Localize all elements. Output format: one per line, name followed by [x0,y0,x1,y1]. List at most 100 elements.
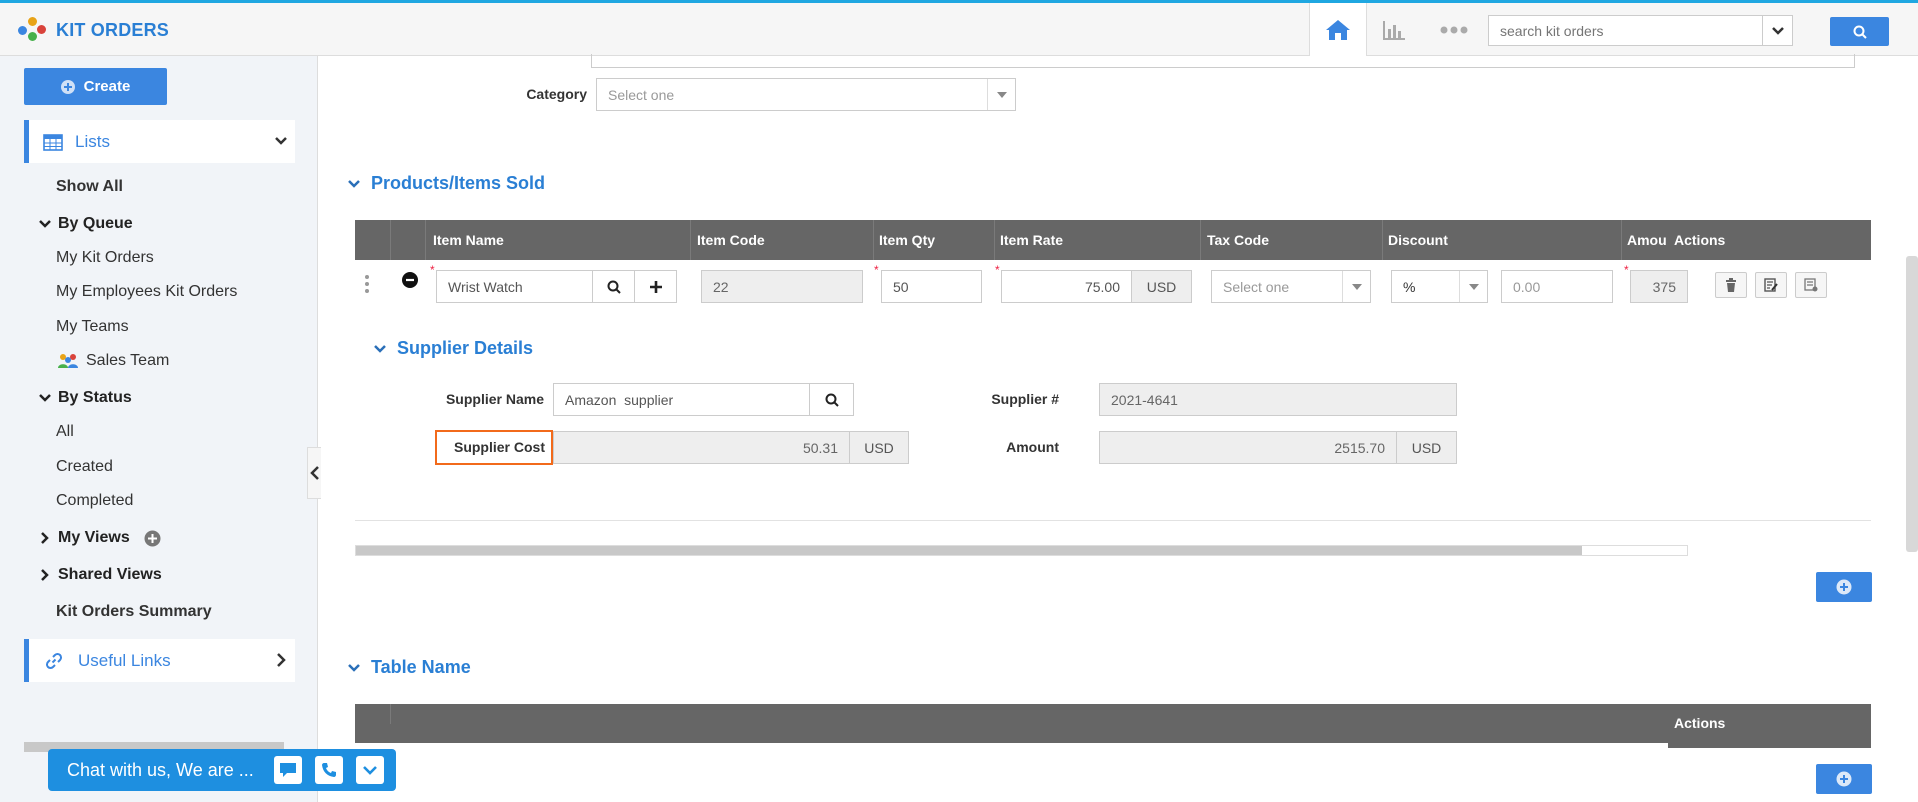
scroll-thumb[interactable] [356,546,1582,555]
tax-code-dropdown-arrow [1342,271,1370,302]
add-view-icon[interactable] [144,530,161,547]
supplier-number-input[interactable]: 2021-4641 [1099,383,1457,416]
nav-status-created[interactable]: Created [56,458,113,476]
remove-row-button[interactable] [402,272,418,292]
useful-links-panel-header[interactable]: Useful Links [24,639,295,682]
item-rate-value: 75.00 [1084,278,1120,295]
search-field [1488,15,1793,46]
search-scope-dropdown[interactable] [1762,16,1792,45]
search-input[interactable] [1489,16,1749,45]
nav-my-employees-kit-orders[interactable]: My Employees Kit Orders [56,283,237,301]
nav-group-my-views[interactable]: My Views [38,529,161,547]
products-section-header[interactable]: Products/Items Sold [347,173,545,194]
search-button[interactable] [1830,17,1889,46]
col-item-qty: Item Qty [879,232,936,248]
chat-widget[interactable]: Chat with us, We are ... [48,749,396,791]
supplier-amount-input[interactable]: 2515.70 [1099,431,1397,464]
plus-icon [649,280,662,293]
edit-note-icon [1764,278,1778,292]
caret-down-icon [1468,283,1479,290]
lists-panel-header[interactable]: Lists [24,120,295,163]
chevron-right-icon [41,569,49,581]
nav-show-all[interactable]: Show All [56,178,123,196]
tax-code-value: Select one [1223,278,1290,295]
chevron-down-icon [39,220,51,228]
nav-status-all[interactable]: All [56,423,74,441]
nav-my-teams[interactable]: My Teams [56,318,129,336]
item-search-button[interactable] [592,270,635,303]
phone-icon [322,763,336,777]
item-rate-input[interactable]: 75.00 [1001,270,1132,303]
row-drag-handle[interactable] [365,275,369,297]
products-grid-hscroll[interactable] [355,545,1688,556]
supplier-cost-input[interactable]: 50.31 [553,431,850,464]
description-field-partial[interactable] [591,54,1855,68]
table-section-title: Table Name [371,657,471,677]
team-icon [58,354,78,368]
nav-group-by-queue[interactable]: By Queue [38,215,133,233]
chat-minimize-button[interactable] [356,756,384,784]
tax-code-select[interactable]: Select one [1211,270,1371,303]
by-queue-label: By Queue [58,215,133,232]
discount-value-input[interactable]: 0.00 [1501,270,1613,303]
add-item-button[interactable] [634,270,677,303]
search-icon [607,280,621,294]
supplier-cost-currency: USD [849,431,909,464]
useful-links-label: Useful Links [78,650,171,670]
sidebar-collapse-toggle[interactable] [307,447,321,499]
more-button[interactable] [1436,3,1472,56]
amount-value: 375 [1652,278,1676,295]
analytics-icon [1383,20,1405,40]
chat-phone-button[interactable] [315,756,343,784]
item-qty-input[interactable]: 50 [881,270,982,303]
nav-sales-team[interactable]: Sales Team [57,352,169,370]
add-table-row-button[interactable] [1816,764,1872,794]
category-dropdown-arrow [987,79,1015,110]
row-details-button[interactable] [1795,272,1827,298]
edit-row-button[interactable] [1755,272,1787,298]
calendar-grid-icon [43,133,63,151]
category-label: Category [526,86,587,102]
analytics-button[interactable] [1378,3,1410,56]
supplier-number-label: Supplier # [991,391,1059,407]
item-qty-value: 50 [893,278,909,295]
nav-status-completed[interactable]: Completed [56,492,133,510]
supplier-number-value: 2021-4641 [1111,391,1178,408]
required-marker: * [874,263,879,277]
supplier-search-button[interactable] [809,383,854,416]
item-name-input[interactable]: Wrist Watch [436,270,593,303]
supplier-name-input[interactable]: Amazon supplier [553,383,810,416]
supplier-section-header[interactable]: Supplier Details [373,338,533,359]
sidebar: Create Lists Show All By Queue My Kit Or… [0,56,318,802]
col-tax-code: Tax Code [1207,232,1269,248]
app-header: KIT ORDERS [0,3,1918,56]
home-button[interactable] [1309,3,1367,56]
item-code-input[interactable]: 22 [701,270,863,303]
supplier-section-title: Supplier Details [397,338,534,358]
required-marker: * [430,263,435,277]
chat-message-button[interactable] [274,756,302,784]
table-section-header[interactable]: Table Name [347,657,471,678]
add-row-button[interactable] [1816,572,1872,602]
nav-my-kit-orders[interactable]: My Kit Orders [56,249,154,267]
category-select[interactable]: Select one [596,78,1016,111]
nav-group-shared-views[interactable]: Shared Views [38,566,162,584]
amount-label: Amount [1006,439,1059,455]
table-col-actions: Actions [1674,715,1726,731]
chevron-down-icon [39,394,51,402]
message-icon [280,763,296,777]
app-title: KIT ORDERS [56,19,170,40]
page-vertical-scrollbar[interactable] [1906,256,1918,552]
supplier-amount-value: 2515.70 [1334,439,1385,456]
create-button[interactable]: Create [24,68,167,105]
amount-input[interactable]: 375 [1630,270,1688,303]
app-logo[interactable]: KIT ORDERS [18,17,169,43]
plus-circle-icon [1836,579,1852,595]
chevron-down-icon [363,766,377,775]
plus-circle-icon [60,79,75,94]
nav-kit-orders-summary[interactable]: Kit Orders Summary [56,603,212,621]
chevron-down-icon [374,344,386,353]
nav-group-by-status[interactable]: By Status [38,389,132,407]
discount-type-select[interactable]: % [1391,270,1488,303]
delete-row-button[interactable] [1715,272,1747,298]
